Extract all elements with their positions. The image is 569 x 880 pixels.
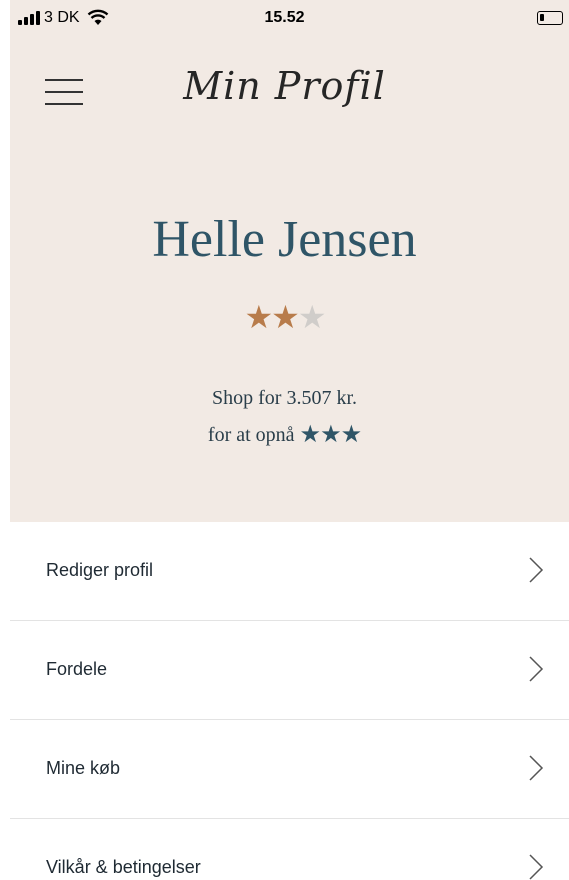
goal-text: for at opnå: [207, 424, 295, 446]
chevron-right-icon: [529, 854, 544, 880]
shop-amount-text: Shop for 3.507 kr.: [212, 387, 357, 409]
status-bar: 3 DK 15.52: [0, 0, 569, 38]
profile-name: Helle Jensen: [152, 211, 417, 268]
profile-menu-list: Rediger profil Fordele Mine køb Vilkår &…: [10, 522, 569, 880]
menu-item-rediger-profil[interactable]: Rediger profil: [10, 522, 569, 621]
chevron-right-icon: [529, 755, 544, 781]
star-rating: ★★★: [0, 298, 569, 336]
chevron-right-icon: [529, 557, 544, 583]
star-empty-icon: ★: [297, 299, 327, 335]
battery-icon: [537, 11, 563, 25]
menu-item-label: Vilkår & betingelser: [46, 857, 201, 877]
menu-item-label: Fordele: [46, 659, 108, 679]
goal-text-line: for at opnå ★★★: [0, 420, 569, 449]
status-time: 15.52: [264, 9, 305, 26]
menu-item-mine-koeb[interactable]: Mine køb: [10, 720, 569, 819]
star-filled-icon: ★: [244, 299, 273, 335]
menu-item-label: Mine køb: [46, 758, 121, 778]
menu-item-label: Rediger profil: [46, 560, 154, 580]
page-title: Min Profil: [183, 64, 386, 108]
goal-stars-icon: ★★★: [299, 422, 363, 448]
menu-item-fordele[interactable]: Fordele: [10, 621, 569, 720]
star-filled-icon: ★: [271, 299, 300, 335]
menu-item-vilkaar[interactable]: Vilkår & betingelser: [10, 819, 569, 880]
chevron-right-icon: [529, 656, 544, 682]
